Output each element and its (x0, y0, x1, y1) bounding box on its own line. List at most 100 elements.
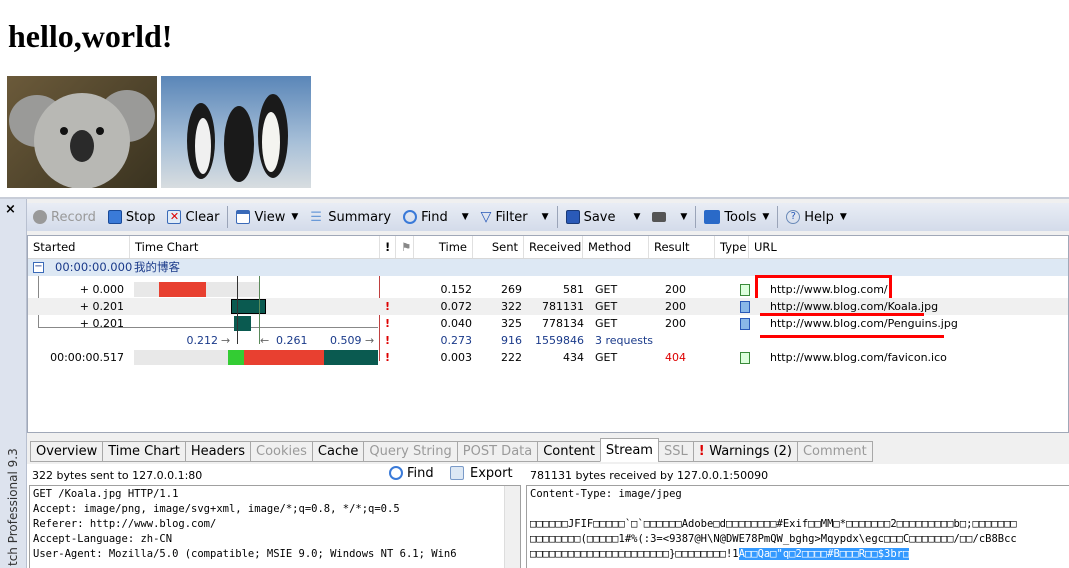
received-info: 781131 bytes received by 127.0.0.1:50090 (530, 469, 769, 482)
html-doc-icon (740, 352, 750, 364)
tab-query-string[interactable]: Query String (363, 441, 458, 462)
row-method: GET (595, 283, 618, 296)
tab-cookies[interactable]: Cookies (250, 441, 313, 462)
search-icon (389, 466, 403, 480)
chevron-down-icon[interactable]: ▼ (680, 212, 687, 222)
export-icon (450, 466, 464, 480)
response-stream-text[interactable]: Content-Type: image/jpeg □□□□□□JFIF□□□□□`… (526, 485, 1069, 568)
arrow-right-icon: → (365, 334, 375, 347)
tab-time-chart[interactable]: Time Chart (102, 441, 186, 462)
row-received: 781131 (542, 300, 584, 313)
summary-sent: 916 (501, 334, 522, 347)
tab-content[interactable]: Content (537, 441, 601, 462)
chevron-down-icon: ▼ (291, 212, 299, 222)
text-line: Accept-Language: zh-CN (33, 533, 173, 545)
search-icon (403, 210, 418, 224)
collapse-icon[interactable]: − (33, 262, 44, 273)
session-row[interactable]: 00:00:00.517 ! 0.003 222 434 GET 404 htt… (28, 349, 1068, 366)
chevron-down-icon[interactable]: ▼ (542, 212, 549, 222)
text-line: Referer: http://www.blog.com/ (33, 518, 217, 530)
tab-cache[interactable]: Cache (311, 441, 365, 462)
help-label: Help (804, 209, 834, 225)
tools-button[interactable]: Tools ▼ (698, 210, 775, 225)
tab-warnings-label: Warnings (2) (709, 444, 792, 459)
tab-headers[interactable]: Headers (184, 441, 251, 462)
filter-button[interactable]: ▽ Filter ▼ (475, 209, 555, 225)
find-button[interactable]: Find (389, 466, 434, 481)
warning-icon: ! (385, 351, 391, 364)
tab-comment[interactable]: Comment (796, 441, 873, 462)
session-row[interactable]: + 0.201 ! 0.040 325 778134 GET 200 http:… (28, 315, 1068, 332)
tab-post-data[interactable]: POST Data (456, 441, 539, 462)
col-result[interactable]: Result (649, 236, 715, 258)
row-result: 200 (665, 300, 686, 313)
summary-count: 3 requests (595, 334, 654, 347)
record-label: Record (51, 209, 96, 225)
group-row[interactable]: − 00:00:00.000 我的博客 (28, 259, 1068, 276)
col-warning[interactable]: ! (380, 236, 396, 258)
chevron-down-icon: ▼ (762, 212, 770, 222)
row-method: GET (595, 300, 618, 313)
warning-icon: ! (385, 317, 391, 330)
text-line: User-Agent: Mozilla/5.0 (compatible; MSI… (33, 548, 457, 560)
row-time: 0.040 (440, 317, 473, 330)
col-sent[interactable]: Sent (473, 236, 524, 258)
chevron-down-icon: ▼ (839, 212, 847, 222)
summary-button[interactable]: ☰ Summary (304, 209, 397, 226)
row-sent: 269 (501, 283, 522, 296)
summary-row: 0.212 → ← 0.261 0.509 → ! 0.273 916 1559… (28, 332, 1068, 349)
stop-button[interactable]: Stop (102, 210, 162, 225)
filter-label: Filter (495, 209, 528, 225)
row-received: 778134 (542, 317, 584, 330)
sessions-list: Started Time Chart ! ⚑ Time Sent Receive… (27, 235, 1069, 433)
toolbar-separator (556, 206, 558, 228)
text-line (530, 502, 1066, 517)
view-label: View (254, 209, 286, 225)
layers-icon: ☰ (310, 210, 322, 225)
tab-ssl[interactable]: SSL (657, 441, 694, 462)
help-button[interactable]: ? Help ▼ (780, 210, 853, 225)
col-url[interactable]: URL (749, 236, 1068, 258)
image-icon (740, 318, 750, 330)
col-time[interactable]: Time (414, 236, 473, 258)
clear-button[interactable]: ✕ Clear (161, 210, 225, 225)
scrollbar[interactable] (504, 486, 520, 568)
stop-label: Stop (125, 209, 156, 225)
row-method: GET (595, 317, 618, 330)
html-doc-icon (740, 284, 750, 296)
col-type[interactable]: Type (715, 236, 749, 258)
toolbar-separator (695, 206, 697, 228)
text-line: Accept: image/png, image/svg+xml, image/… (33, 503, 400, 515)
request-stream-text[interactable]: GET /Koala.jpg HTTP/1.1 Accept: image/png… (29, 485, 521, 568)
record-button[interactable]: Record (27, 210, 102, 225)
help-icon: ? (786, 210, 801, 224)
tab-overview[interactable]: Overview (30, 441, 104, 462)
session-row[interactable]: + 0.201 ! 0.072 322 781131 GET 200 http:… (28, 298, 1068, 316)
tab-warnings[interactable]: ! Warnings (2) (692, 441, 798, 462)
chevron-down-icon[interactable]: ▼ (633, 212, 640, 222)
save-button[interactable]: Save ▼ (560, 210, 647, 225)
find-button[interactable]: Find ▼ (397, 210, 475, 225)
col-started[interactable]: Started (28, 236, 130, 258)
flag-icon[interactable]: ⚑ (396, 236, 414, 258)
print-button[interactable]: ▼ (646, 212, 693, 222)
col-method[interactable]: Method (583, 236, 649, 258)
tab-stream[interactable]: Stream (599, 438, 659, 462)
export-button[interactable]: Export (450, 466, 513, 481)
chevron-down-icon[interactable]: ▼ (462, 212, 469, 222)
session-row[interactable]: + 0.000 0.152 269 581 GET 200 http://www… (28, 275, 1068, 301)
close-icon[interactable]: × (5, 202, 16, 217)
printer-icon (652, 212, 667, 222)
record-icon (33, 210, 47, 224)
text-line-with-selection: □□□□□□□□□□□□□□□□□□□□□□}□□□□□□□□!1A□□Qa□"… (530, 547, 1066, 562)
row-sent: 222 (501, 351, 522, 364)
view-button[interactable]: View ▼ (230, 210, 304, 225)
toolbar: Record Stop ✕ Clear View ▼ ☰ Summary Find ▼ … (27, 203, 1069, 231)
find-label: Find (407, 466, 434, 481)
col-time-chart[interactable]: Time Chart (130, 236, 380, 258)
row-result: 404 (665, 351, 686, 364)
col-received[interactable]: Received (524, 236, 583, 258)
summary-label: Summary (328, 209, 392, 225)
text-line: □□□□□□JFIF□□□□□`□`□□□□□□Adobe□d□□□□□□□□#… (530, 518, 1017, 530)
row-result: 200 (665, 317, 686, 330)
